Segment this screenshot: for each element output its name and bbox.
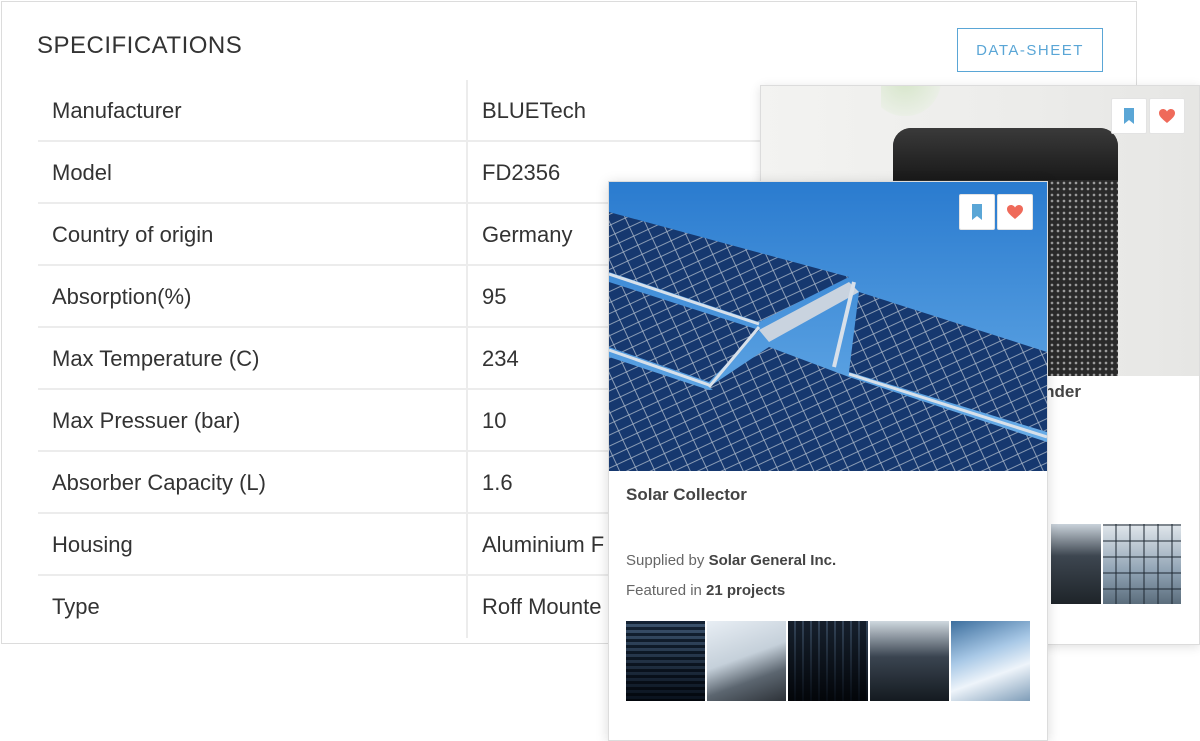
supplier-line: Supplied by Solar General Inc. [626,552,836,569]
supplier-prefix: Supplied by [626,552,709,569]
spec-divider [466,390,468,452]
project-thumbnail[interactable] [950,621,1031,701]
featured-count[interactable]: 21 projects [706,582,785,599]
spec-divider [466,576,468,638]
spec-label: Country of origin [52,222,214,247]
heart-icon [1159,109,1175,123]
spec-divider [466,142,468,204]
spec-value: 10 [482,408,507,433]
specifications-title: SPECIFICATIONS [37,32,243,59]
project-thumbnail[interactable] [1103,524,1181,604]
spec-divider [466,328,468,390]
project-thumbnail[interactable] [869,621,949,701]
plant-decoration [881,86,941,116]
product-card-solar-collector[interactable]: Solar Collector Supplied by Solar Genera… [608,181,1048,741]
featured-prefix: Featured in [626,582,707,599]
spec-value: Aluminium F [482,532,605,557]
spec-value: Roff Mounte [482,594,602,619]
spec-divider [466,452,468,514]
project-thumbnail[interactable] [1051,524,1101,604]
favorite-button[interactable] [1149,98,1185,134]
project-thumbnails [626,621,1031,701]
spec-label: Housing [52,532,133,557]
supplier-name[interactable]: Solar General Inc. [709,552,837,569]
project-thumbnail[interactable] [626,621,706,701]
bookmark-button[interactable] [1111,98,1147,134]
spec-value: 234 [482,346,519,371]
spec-label: Max Pressuer (bar) [52,408,241,433]
featured-line: Featured in 21 projects [626,582,785,599]
spec-value: FD2356 [482,160,561,185]
spec-label: Manufacturer [52,98,182,123]
favorite-button[interactable] [997,194,1033,230]
bookmark-icon [972,204,982,220]
spec-label: Type [52,594,100,619]
product-title[interactable]: Solar Collector [626,485,747,505]
spec-value: BLUETech [482,98,586,123]
spec-label: Absorber Capacity (L) [52,470,266,495]
bookmark-icon [1124,108,1134,124]
spec-divider [466,266,468,328]
spec-label: Max Temperature (C) [52,346,260,371]
spec-value: Germany [482,222,573,247]
spec-divider [466,80,468,142]
project-thumbnail[interactable] [707,621,787,701]
spec-value: 1.6 [482,470,513,495]
spec-label: Model [52,160,112,185]
spec-divider [466,204,468,266]
spec-value: 95 [482,284,507,309]
datasheet-button[interactable]: DATA-SHEET [957,28,1103,72]
spec-divider [466,514,468,576]
heart-icon [1007,205,1023,219]
project-thumbnail[interactable] [788,621,868,701]
spec-label: Absorption(%) [52,284,192,309]
speaker-top [893,128,1118,180]
bookmark-button[interactable] [959,194,995,230]
